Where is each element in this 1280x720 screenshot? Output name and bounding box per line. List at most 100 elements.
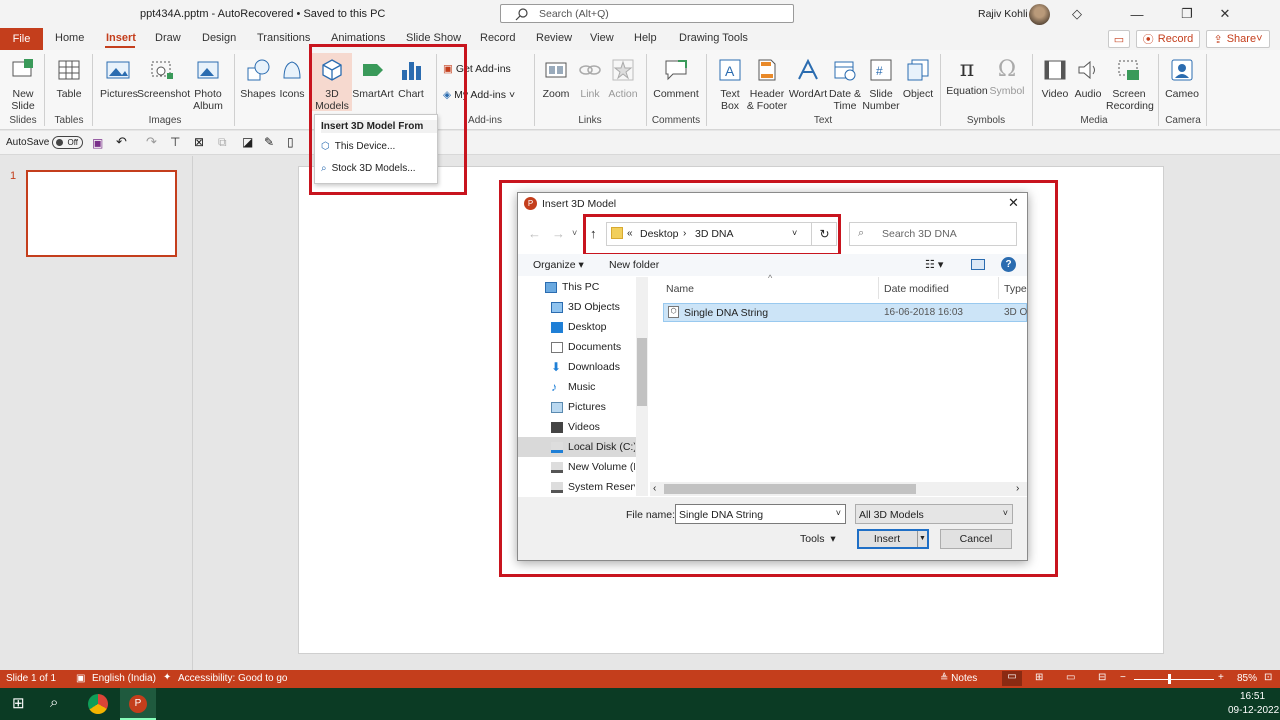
tab-slide-show[interactable]: Slide Show [406,32,461,44]
slide-sorter-icon[interactable]: ⊞ [1035,672,1043,683]
column-name[interactable]: Name [666,283,694,295]
restore-icon[interactable]: ❐ [1172,3,1202,25]
slide-number-button[interactable]: # Slide Number [862,58,900,112]
tab-animations[interactable]: Animations [331,32,385,44]
nav-scrollbar-thumb[interactable] [637,338,647,406]
normal-view-icon[interactable]: ▭ [1002,671,1022,686]
scroll-right-icon[interactable]: › [1016,483,1019,494]
recent-dropdown-icon[interactable]: ˅ [572,228,577,238]
screenshot-button[interactable]: Screenshot [137,58,190,100]
page-icon[interactable]: ▯ [287,135,294,149]
tab-design[interactable]: Design [202,32,236,44]
save-icon[interactable]: ▣ [92,136,103,150]
zoom-in-icon[interactable]: + [1218,672,1224,683]
text-box-button[interactable]: A Text Box [716,58,744,112]
file-type-select[interactable]: All 3D Models ˅ [855,504,1013,524]
fit-slide-icon[interactable]: ⊡ [1264,672,1272,683]
record-button[interactable]: ⦿ Record [1136,30,1200,48]
wordart-button[interactable]: WordArt [788,58,828,100]
nav-videos[interactable]: Videos [551,421,635,433]
dialog-close-icon[interactable]: ✕ [1008,195,1019,211]
comment-button[interactable]: Comment [652,58,700,100]
file-list-scrollbar-thumb[interactable] [664,484,916,494]
accessibility-status[interactable]: Accessibility: Good to go [178,673,288,684]
proofing-icon[interactable]: ▣ [76,673,85,684]
symbol-button[interactable]: Ω Symbol [988,58,1026,98]
zoom-out-icon[interactable]: − [1120,672,1126,683]
nav-3d-objects[interactable]: 3D Objects [551,301,635,313]
tab-draw[interactable]: Draw [155,32,181,44]
insert-button[interactable]: Insert ▼ [857,529,929,549]
dialog-search-box[interactable]: ⌕ Search 3D DNA [849,222,1017,246]
copy-icon[interactable]: ⧉ [218,135,227,150]
tab-help[interactable]: Help [634,32,657,44]
minimize-icon[interactable]: — [1122,3,1152,25]
zoom-slider-thumb[interactable] [1168,674,1171,684]
diamond-icon[interactable]: ◇ [1062,3,1092,25]
file-type-dropdown-icon[interactable]: ˅ [1003,508,1008,518]
tab-insert[interactable]: Insert [106,32,136,44]
accessibility-icon[interactable]: ✦ [163,672,171,683]
undo-icon[interactable]: ↶ [116,134,127,150]
reading-view-icon[interactable]: ▭ [1066,672,1075,683]
nav-music[interactable]: ♪ Music [551,381,635,393]
tab-view[interactable]: View [590,32,614,44]
nav-desktop[interactable]: Desktop [551,321,635,333]
view-options-icon[interactable]: ☷ ▾ [925,258,943,271]
shape-icon[interactable]: ◪ [242,135,253,149]
back-arrow-icon[interactable]: ← [528,226,541,241]
header-footer-button[interactable]: Header & Footer [746,58,788,112]
forward-arrow-icon[interactable]: → [552,226,565,241]
preview-pane-icon[interactable] [971,259,985,270]
brush-icon[interactable]: ✎ [264,135,274,149]
notes-button[interactable]: ≜ Notes [940,673,977,684]
redo-icon[interactable]: ↷ [146,134,157,150]
share-button[interactable]: ⇪ Share ˅ [1206,30,1270,48]
nav-local-disk[interactable]: Local Disk (C:) [551,441,635,453]
tab-home[interactable]: Home [55,32,84,44]
cameo-button[interactable]: Cameo [1164,58,1200,100]
video-button[interactable]: Video [1040,58,1070,100]
screen-recording-button[interactable]: Screen Recording [1106,58,1154,112]
file-name-input[interactable]: Single DNA String ˅ [675,504,846,524]
tab-file[interactable]: File [0,28,43,50]
close-icon[interactable]: ✕ [1210,3,1240,25]
zoom-button[interactable]: Zoom [540,58,572,100]
scroll-left-icon[interactable]: ‹ [653,483,656,494]
column-date[interactable]: Date modified [884,283,949,295]
audio-button[interactable]: Audio [1073,58,1103,100]
present-icon[interactable]: ⊤ [170,135,180,149]
search-box[interactable]: Search (Alt+Q) [500,4,794,23]
new-folder-button[interactable]: New folder [609,259,659,271]
pictures-button[interactable]: Pictures [100,58,138,100]
edit-icon[interactable]: ⊠ [194,135,204,149]
zoom-level[interactable]: 85% [1237,673,1257,684]
organize-button[interactable]: Organize ▾ [533,259,584,271]
taskbar-powerpoint[interactable]: P [120,688,156,720]
tab-record[interactable]: Record [480,32,515,44]
icons-button[interactable]: Icons [278,58,306,100]
tab-review[interactable]: Review [536,32,572,44]
link-button[interactable]: Link [576,58,604,100]
comments-icon[interactable]: ▭ [1108,30,1130,48]
object-button[interactable]: Object [902,58,934,100]
cancel-button[interactable]: Cancel [940,529,1012,549]
nav-this-pc[interactable]: This PC [545,281,629,293]
windows-start-icon[interactable]: ⊞ [12,694,25,712]
taskbar-search-icon[interactable]: ⌕ [50,694,58,711]
slideshow-view-icon[interactable]: ⊟ [1098,672,1106,683]
language-status[interactable]: English (India) [92,673,156,684]
insert-dropdown-icon[interactable]: ▼ [917,531,927,547]
column-type[interactable]: Type [1004,283,1027,295]
action-button[interactable]: Action [607,58,639,100]
photo-album-button[interactable]: Photo Album [190,58,226,112]
zoom-slider[interactable] [1134,679,1214,680]
new-slide-button[interactable]: New Slide [6,58,40,112]
nav-pictures[interactable]: Pictures [551,401,635,413]
nav-new-volume[interactable]: New Volume (D:) [551,461,635,473]
help-icon[interactable]: ? [1001,257,1016,272]
slide-thumbnail[interactable] [26,170,177,257]
tab-drawing-tools[interactable]: Drawing Tools [679,32,748,44]
date-time-button[interactable]: Date & Time [828,58,862,112]
nav-system-reserved[interactable]: System Reserved [551,481,635,493]
